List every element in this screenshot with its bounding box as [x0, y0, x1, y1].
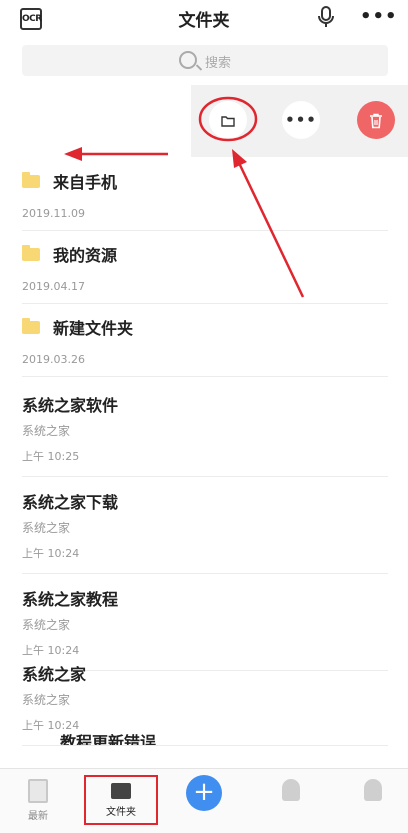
- document-item[interactable]: 系统之家软件 系统之家 上午 10:25: [22, 380, 388, 477]
- search-icon: [179, 51, 197, 69]
- folder-icon: [22, 245, 40, 261]
- folder-name: 新建文件夹: [53, 319, 134, 338]
- document-title: 系统之家下载: [22, 493, 119, 512]
- search-input[interactable]: 搜索: [22, 45, 388, 76]
- folder-name: 来自手机: [53, 173, 118, 192]
- folder-date: 2019.04.17: [22, 280, 85, 293]
- microphone-icon[interactable]: [318, 6, 334, 28]
- more-actions-button[interactable]: •••: [282, 101, 320, 139]
- document-time: 上午 10:25: [22, 450, 80, 463]
- folder-icon: [22, 318, 40, 334]
- move-to-folder-button[interactable]: [209, 101, 247, 139]
- delete-button[interactable]: [357, 101, 395, 139]
- document-title: 系统之家软件: [22, 396, 119, 415]
- folder-date: 2019.11.09: [22, 207, 85, 220]
- document-folder: 系统之家: [22, 424, 71, 438]
- folder-item[interactable]: 新建文件夹 2019.03.26: [22, 304, 388, 377]
- folder-icon: [111, 783, 131, 799]
- tab-label: 文件夹: [106, 807, 136, 818]
- document-icon: [28, 779, 48, 803]
- document-title: 教程更新错误: [60, 733, 157, 745]
- folder-date: 2019.03.26: [22, 353, 85, 366]
- pen-icon: [282, 779, 300, 801]
- tab-latest[interactable]: 最新: [22, 779, 54, 822]
- tab-label: 最新: [28, 811, 48, 822]
- tab-profile[interactable]: [358, 779, 388, 805]
- document-item[interactable]: 系统之家下载 系统之家 上午 10:24: [22, 477, 388, 574]
- document-folder: 系统之家: [22, 618, 71, 632]
- document-title: 系统之家教程: [22, 590, 119, 609]
- document-title: 系统之家: [22, 665, 87, 684]
- folder-outline-icon: [221, 115, 235, 127]
- bottom-tab-bar: 最新 文件夹 +: [0, 768, 408, 833]
- add-button[interactable]: +: [186, 775, 222, 811]
- tab-folder[interactable]: 文件夹: [84, 775, 158, 825]
- trash-icon: [370, 113, 382, 128]
- folder-icon: [22, 172, 40, 188]
- document-folder: 系统之家: [22, 521, 71, 535]
- top-bar: OCR 文件夹 •••: [0, 0, 408, 38]
- document-time: 上午 10:24: [22, 547, 80, 560]
- swipe-action-panel: •••: [191, 85, 408, 157]
- tab-tools[interactable]: [276, 779, 306, 805]
- page-title: 文件夹: [178, 11, 230, 31]
- partial-list-item[interactable]: 教程更新错误: [22, 729, 156, 745]
- search-placeholder: 搜索: [205, 56, 232, 71]
- document-folder: 系统之家: [22, 693, 71, 707]
- folder-item[interactable]: 我的资源 2019.04.17: [22, 231, 388, 304]
- folder-item[interactable]: 来自手机 2019.11.09: [22, 158, 388, 231]
- person-icon: [364, 779, 382, 801]
- more-menu-icon[interactable]: •••: [360, 6, 398, 27]
- folder-name: 我的资源: [53, 246, 118, 265]
